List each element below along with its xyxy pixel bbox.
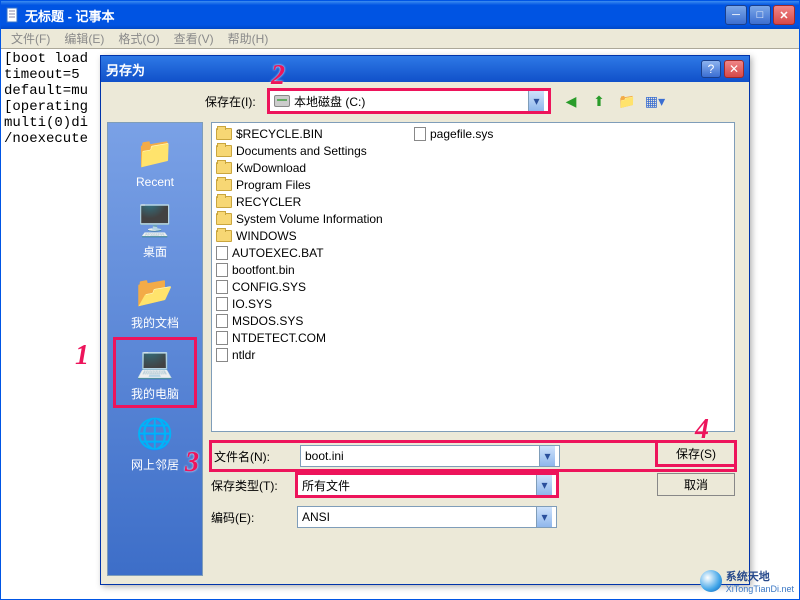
file-icon — [216, 331, 228, 345]
notepad-icon — [5, 7, 21, 23]
annotation-2: 2 — [271, 60, 285, 92]
filename-input[interactable]: boot.ini▾ — [300, 445, 560, 467]
sidebar-item-recent[interactable]: 📁Recent — [115, 129, 195, 193]
dialog-close-button[interactable]: ✕ — [724, 60, 744, 78]
new-folder-icon[interactable]: 📁 — [617, 91, 637, 111]
close-button[interactable]: ✕ — [773, 5, 795, 25]
desktop-icon: 🖥️ — [135, 201, 175, 241]
file-icon — [414, 127, 426, 141]
menu-view[interactable]: 查看(V) — [168, 28, 220, 49]
list-item[interactable]: MSDOS.SYS — [214, 312, 732, 329]
annotation-4: 4 — [695, 414, 709, 446]
dialog-help-button[interactable]: ? — [701, 60, 721, 78]
drive-icon — [274, 95, 290, 107]
file-icon — [216, 246, 228, 260]
folder-icon — [216, 230, 232, 242]
folder-icon — [216, 128, 232, 140]
list-item[interactable]: System Volume Information — [214, 210, 732, 227]
view-menu-icon[interactable]: ▦▾ — [645, 91, 665, 111]
annotation-3: 3 — [185, 447, 199, 479]
notepad-title: 无标题 - 记事本 — [25, 6, 725, 25]
folder-icon — [216, 145, 232, 157]
chevron-down-icon[interactable]: ▾ — [536, 475, 552, 495]
watermark-logo-icon — [700, 570, 722, 592]
filetype-label: 保存类型(T): — [211, 477, 289, 494]
menu-file[interactable]: 文件(F) — [5, 28, 56, 49]
save-in-value: 本地磁盘 (C:) — [294, 93, 365, 110]
filename-label: 文件名(N): — [214, 448, 292, 465]
minimize-button[interactable]: ─ — [725, 5, 747, 25]
list-item[interactable]: IO.SYS — [214, 295, 732, 312]
filetype-combo[interactable]: 所有文件▾ — [297, 474, 557, 496]
list-item[interactable]: pagefile.sys — [412, 125, 493, 142]
menu-help[interactable]: 帮助(H) — [222, 28, 275, 49]
sidebar-item-network[interactable]: 🌐网上邻居 — [115, 410, 195, 477]
folder-icon — [216, 213, 232, 225]
list-item[interactable]: NTDETECT.COM — [214, 329, 732, 346]
file-icon — [216, 263, 228, 277]
list-item[interactable]: KwDownload — [214, 159, 732, 176]
up-icon[interactable]: ⬆ — [589, 91, 609, 111]
folder-icon — [216, 179, 232, 191]
encoding-label: 编码(E): — [211, 509, 289, 526]
annotation-1: 1 — [75, 340, 89, 372]
encoding-combo[interactable]: ANSI▾ — [297, 506, 557, 528]
computer-icon: 💻 — [135, 343, 175, 383]
list-item[interactable]: Documents and Settings — [214, 142, 732, 159]
sidebar-item-desktop[interactable]: 🖥️桌面 — [115, 197, 195, 264]
chevron-down-icon[interactable]: ▾ — [539, 446, 555, 466]
file-icon — [216, 280, 228, 294]
menu-format[interactable]: 格式(O) — [112, 28, 165, 49]
sidebar-item-computer[interactable]: 💻我的电脑 — [115, 339, 195, 406]
folder-icon — [216, 196, 232, 208]
notepad-menubar: 文件(F) 编辑(E) 格式(O) 查看(V) 帮助(H) — [1, 29, 799, 49]
network-icon: 🌐 — [135, 414, 175, 454]
save-in-label: 保存在(I): — [205, 93, 263, 110]
list-item[interactable]: bootfont.bin — [214, 261, 732, 278]
cancel-button[interactable]: 取消 — [657, 473, 735, 496]
dialog-title: 另存为 — [106, 60, 698, 79]
list-item[interactable]: RECYCLER — [214, 193, 732, 210]
back-icon[interactable]: ◀ — [561, 91, 581, 111]
list-item[interactable]: WINDOWS — [214, 227, 732, 244]
file-list[interactable]: $RECYCLE.BINDocuments and SettingsKwDown… — [211, 122, 735, 432]
file-icon — [216, 297, 228, 311]
recent-icon: 📁 — [135, 133, 175, 173]
list-item[interactable]: Program Files — [214, 176, 732, 193]
menu-edit[interactable]: 编辑(E) — [58, 28, 110, 49]
list-item[interactable]: AUTOEXEC.BAT — [214, 244, 732, 261]
maximize-button[interactable]: □ — [749, 5, 771, 25]
notepad-titlebar: 无标题 - 记事本 ─ □ ✕ — [1, 1, 799, 29]
file-icon — [216, 348, 228, 362]
folder-icon — [216, 162, 232, 174]
list-item[interactable]: ntldr — [214, 346, 732, 363]
file-icon — [216, 314, 228, 328]
watermark: 系统天地 XiTongTianDi.net — [700, 568, 794, 594]
chevron-down-icon[interactable]: ▾ — [528, 91, 544, 111]
dialog-titlebar: 另存为 ? ✕ — [101, 56, 749, 82]
save-as-dialog: 另存为 ? ✕ 保存在(I): 本地磁盘 (C:) ▾ ◀ ⬆ 📁 ▦▾ 📁Re… — [100, 55, 750, 585]
list-item[interactable]: CONFIG.SYS — [214, 278, 732, 295]
documents-icon: 📂 — [135, 272, 175, 312]
sidebar-item-documents[interactable]: 📂我的文档 — [115, 268, 195, 335]
places-sidebar: 📁Recent 🖥️桌面 📂我的文档 💻我的电脑 🌐网上邻居 — [107, 122, 203, 576]
chevron-down-icon[interactable]: ▾ — [536, 507, 552, 527]
save-in-combo[interactable]: 本地磁盘 (C:) ▾ — [269, 90, 549, 112]
